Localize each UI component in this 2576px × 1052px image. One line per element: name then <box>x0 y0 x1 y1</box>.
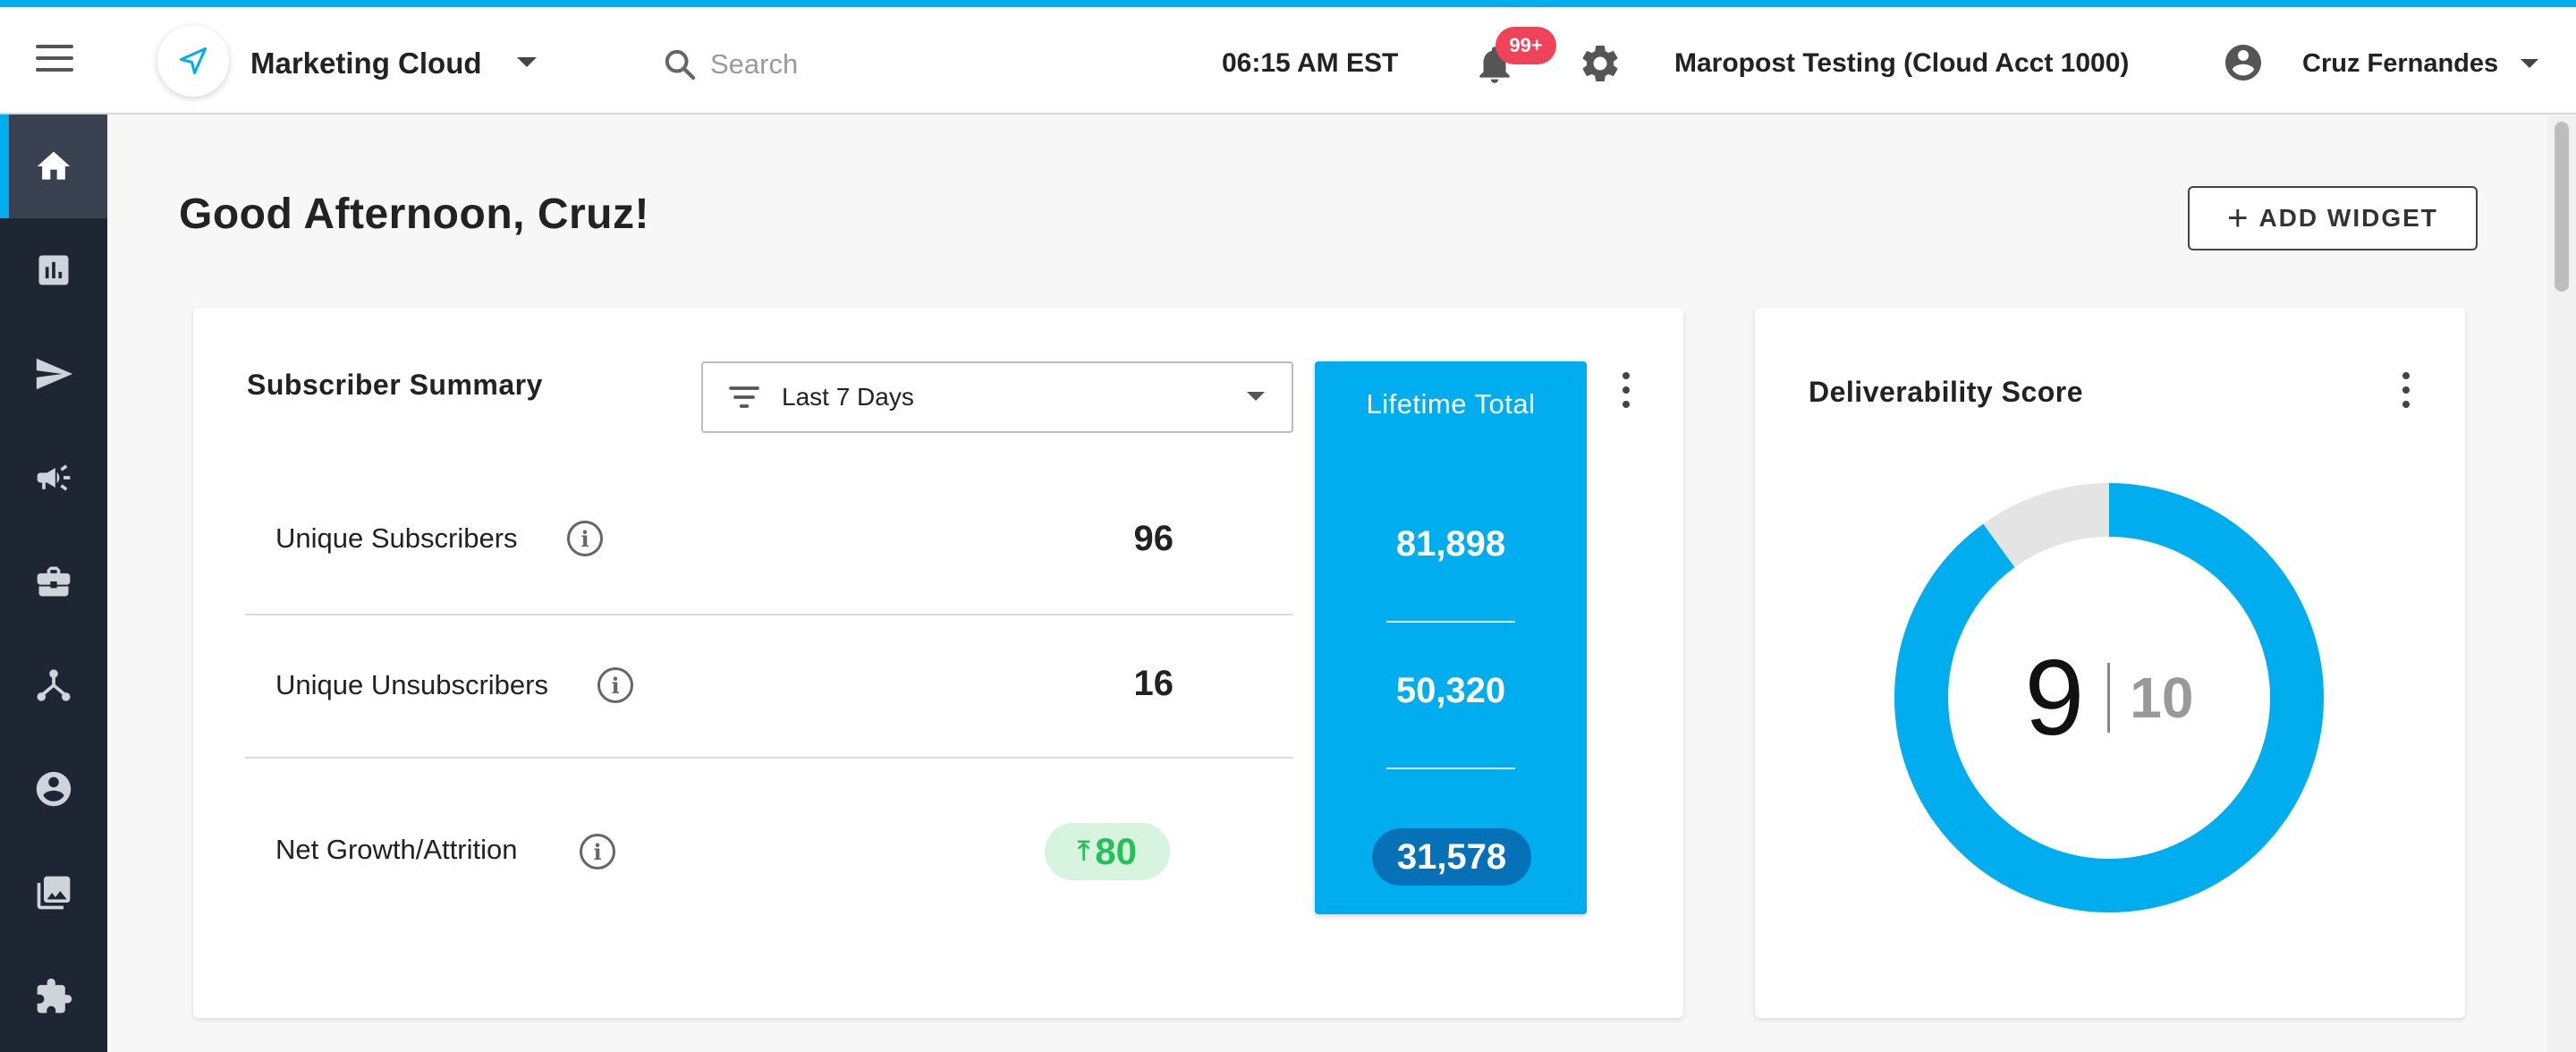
lifetime-total-title: Lifetime Total <box>1366 388 1536 420</box>
menu-icon[interactable] <box>36 45 73 75</box>
top-header: Marketing Cloud 06:15 AM EST 99+ Maropos… <box>0 7 2576 115</box>
scrollbar-thumb[interactable] <box>2555 122 2569 292</box>
add-widget-label: ADD WIDGET <box>2258 204 2438 232</box>
add-widget-button[interactable]: + ADD WIDGET <box>2188 186 2478 250</box>
sidebar-item-home[interactable] <box>0 115 107 218</box>
settings-gear-icon[interactable] <box>1578 41 1623 86</box>
sidebar-item-reports[interactable] <box>0 218 107 322</box>
app-logo[interactable] <box>157 25 229 97</box>
row-divider <box>245 614 1293 615</box>
media-icon <box>37 876 71 910</box>
reports-icon <box>38 255 69 285</box>
user-menu[interactable]: Cruz Fernandes <box>2302 49 2498 79</box>
lifetime-net-value: 31,578 <box>1372 828 1531 886</box>
lifetime-divider <box>1386 768 1515 769</box>
search-icon <box>665 49 696 81</box>
user-avatar-icon[interactable] <box>2222 41 2265 84</box>
sidebar-item-journeys[interactable] <box>0 633 107 737</box>
score-value: 9 <box>2024 638 2085 758</box>
unique-subscribers-label: Unique Subscribers <box>275 522 518 554</box>
sidebar-item-announcements[interactable] <box>0 426 107 530</box>
account-selector[interactable]: Maropost Testing (Cloud Acct 1000) <box>1674 48 2129 79</box>
contacts-icon <box>36 771 72 807</box>
briefcase-icon <box>37 566 71 597</box>
growth-up-arrow-icon: ⤒ <box>1078 836 1090 866</box>
search-input[interactable] <box>710 48 1068 81</box>
dropdown-caret-icon <box>1247 392 1265 401</box>
date-range-value: Last 7 Days <box>782 383 914 411</box>
megaphone-icon <box>37 464 71 491</box>
deliverability-gauge: 9 10 <box>1889 478 2329 918</box>
app-switcher-label[interactable]: Marketing Cloud <box>250 47 482 81</box>
net-growth-value: 80 <box>1095 830 1137 872</box>
row-divider <box>245 757 1293 759</box>
subscriber-summary-title: Subscriber Summary <box>247 369 543 401</box>
search-bar <box>662 43 1068 86</box>
date-range-filter[interactable]: Last 7 Days <box>701 361 1293 433</box>
unique-subscribers-value: 96 <box>1133 519 1174 558</box>
notification-count-badge: 99+ <box>1496 27 1556 64</box>
unique-unsubscribers-label: Unique Unsubscribers <box>275 669 548 700</box>
lifetime-divider <box>1386 621 1515 623</box>
net-growth-label: Net Growth/Attrition <box>275 834 518 865</box>
subscriber-summary-card: Subscriber Summary Last 7 Days Unique Su… <box>193 308 1683 1018</box>
journeys-icon <box>37 669 71 701</box>
integrations-icon <box>37 978 72 1014</box>
top-accent-stripe <box>0 0 2576 7</box>
sidebar-item-campaigns[interactable] <box>0 322 107 426</box>
deliverability-score-card: Deliverability Score 9 10 <box>1755 308 2465 1018</box>
page-scrollbar[interactable] <box>2547 116 2576 1052</box>
subscriber-summary-more-icon[interactable] <box>1617 372 1635 408</box>
lifetime-subscribers-value: 81,898 <box>1395 524 1506 564</box>
net-growth-badge: ⤒ 80 <box>1045 823 1170 880</box>
deliverability-more-icon[interactable] <box>2397 372 2415 408</box>
sidebar-item-integrations[interactable] <box>0 945 107 1048</box>
sidebar-item-contacts[interactable] <box>0 737 107 841</box>
plus-icon: + <box>2227 199 2250 238</box>
score-readout: 9 10 <box>1889 478 2329 918</box>
sidebar-item-workspace[interactable] <box>0 530 107 633</box>
deliverability-score-title: Deliverability Score <box>1809 376 2084 408</box>
home-icon <box>37 151 71 180</box>
unique-subscribers-info-icon[interactable]: i <box>567 521 603 556</box>
sidebar-item-media[interactable] <box>0 841 107 945</box>
unique-unsubscribers-info-icon[interactable]: i <box>597 667 633 703</box>
lifetime-total-panel: Lifetime Total 81,898 50,320 31,578 <box>1315 361 1587 914</box>
sidebar-nav <box>0 115 107 1052</box>
navigation-arrow-icon <box>180 47 207 74</box>
score-max: 10 <box>2130 666 2194 730</box>
send-icon <box>36 358 73 390</box>
net-growth-info-icon[interactable]: i <box>580 834 615 870</box>
score-separator <box>2107 663 2111 733</box>
current-time: 06:15 AM EST <box>1222 48 1399 78</box>
user-menu-caret-icon[interactable] <box>2521 59 2538 68</box>
page-greeting: Good Afternoon, Cruz! <box>179 191 649 238</box>
lifetime-unsubscribers-value: 50,320 <box>1395 671 1506 710</box>
app-switcher-caret-icon[interactable] <box>517 57 537 67</box>
filter-icon <box>729 386 759 408</box>
unique-unsubscribers-value: 16 <box>1133 664 1174 703</box>
